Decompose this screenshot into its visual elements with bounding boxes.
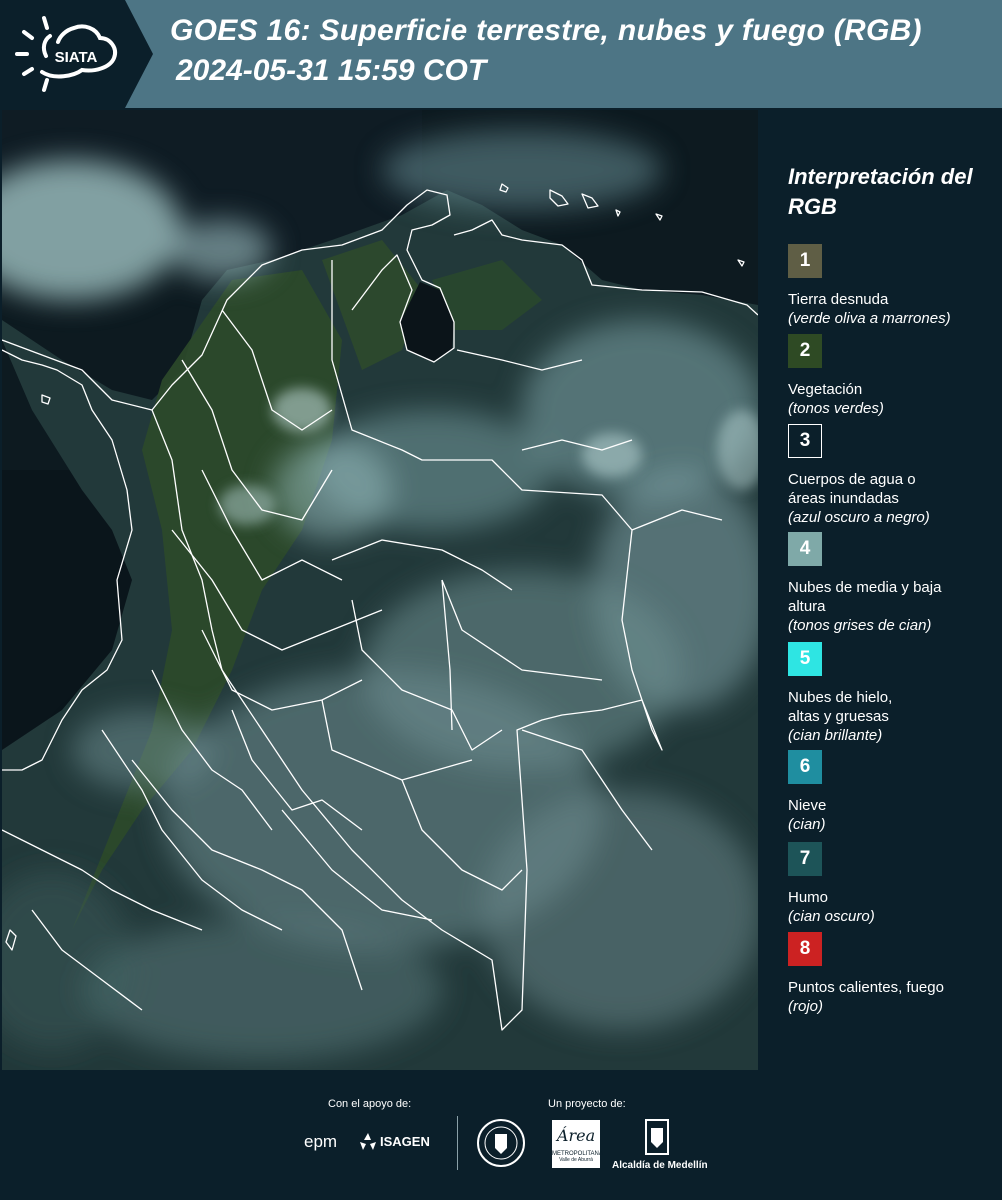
legend-swatch: 2: [788, 334, 822, 368]
legend-number: 7: [799, 848, 811, 869]
footer: Con el apoyo de: Un proyecto de: epm ISA…: [0, 1070, 1002, 1200]
seal-logo: [477, 1119, 525, 1167]
legend-sublabel: (azul oscuro a negro): [788, 509, 930, 526]
legend-label: Nubes de media y baja altura: [788, 579, 942, 615]
legend-label: Puntos calientes, fuego: [788, 979, 944, 996]
legend-number: 2: [799, 340, 811, 361]
legend-number: 8: [799, 938, 811, 959]
legend-swatch: 1: [788, 244, 822, 278]
legend-item-water: 3 Cuerpos de agua o áreas inundadas (azu…: [788, 424, 998, 527]
satellite-map: [2, 110, 758, 1070]
legend-swatch: 6: [788, 750, 822, 784]
legend-item-ice-clouds: 5 Nubes de hielo, altas y gruesas (cian …: [788, 642, 998, 745]
legend-number: 4: [799, 538, 811, 559]
legend-number: 1: [799, 250, 811, 271]
legend-swatch: 8: [788, 932, 822, 966]
footer-divider: [457, 1116, 458, 1170]
legend-sublabel: (rojo): [788, 998, 824, 1015]
header: SIATA GOES 16: Superficie terrestre, nub…: [0, 0, 1002, 108]
area-script: Área: [556, 1126, 596, 1145]
area-metropolitana-logo: Área METROPOLITANA Valle de Aburrá: [552, 1120, 603, 1168]
legend-label: Nubes de hielo, altas y gruesas: [788, 689, 893, 725]
legend-label: Humo: [788, 889, 829, 906]
legend-item-mid-low-clouds: 4 Nubes de media y baja altura (tonos gr…: [788, 532, 998, 635]
legend-number: 6: [799, 756, 811, 777]
legend-item-bare-soil: 1 Tierra desnuda (verde oliva a marrones…: [788, 244, 998, 328]
legend-number: 5: [799, 648, 811, 669]
legend-label: Nieve: [788, 797, 827, 814]
page-title: GOES 16: Superficie terrestre, nubes y f…: [170, 14, 922, 47]
legend-title: Interpretación del RGB: [788, 164, 973, 219]
legend-swatch: 4: [788, 532, 822, 566]
legend-sublabel: (tonos verdes): [788, 400, 884, 417]
legend-item-smoke: 7 Humo (cian oscuro): [788, 842, 998, 926]
legend-swatch: 3: [788, 424, 822, 458]
legend-item-snow: 6 Nieve (cian): [788, 750, 998, 834]
siata-logo: SIATA: [15, 16, 117, 92]
project-label: Un proyecto de:: [548, 1098, 626, 1110]
medellin-shield-icon: [645, 1119, 669, 1155]
legend-item-fire: 8 Puntos calientes, fuego (rojo): [788, 932, 998, 1016]
timestamp: 2024-05-31 15:59 COT: [176, 54, 487, 87]
isagen-logo: ISAGEN: [380, 1134, 430, 1149]
legend-sublabel: (verde oliva a marrones): [788, 310, 951, 327]
legend-sublabel: (cian brillante): [788, 727, 883, 744]
legend-sublabel: (cian oscuro): [788, 908, 875, 925]
legend-swatch: 5: [788, 642, 822, 676]
legend-label: Cuerpos de agua o áreas inundadas: [788, 471, 916, 507]
legend-sublabel: (cian): [788, 816, 826, 833]
support-label: Con el apoyo de:: [328, 1098, 412, 1110]
legend-panel: Interpretación del RGB 1 Tierra desnuda …: [760, 110, 1002, 1070]
legend-label: Tierra desnuda: [788, 291, 889, 308]
area-line2: Valle de Aburrá: [559, 1157, 593, 1163]
legend-swatch: 7: [788, 842, 822, 876]
legend-number: 3: [799, 430, 811, 451]
legend-item-vegetation: 2 Vegetación (tonos verdes): [788, 334, 998, 418]
isagen-icon: [360, 1133, 376, 1150]
satellite-map-image: [2, 110, 758, 1070]
legend-sublabel: (tonos grises de cian): [788, 617, 932, 634]
medellin-logo-text: Alcaldía de Medellín: [612, 1160, 708, 1171]
siata-logo-text: SIATA: [55, 49, 98, 66]
legend-label: Vegetación: [788, 381, 863, 398]
epm-logo: epm: [304, 1132, 338, 1151]
